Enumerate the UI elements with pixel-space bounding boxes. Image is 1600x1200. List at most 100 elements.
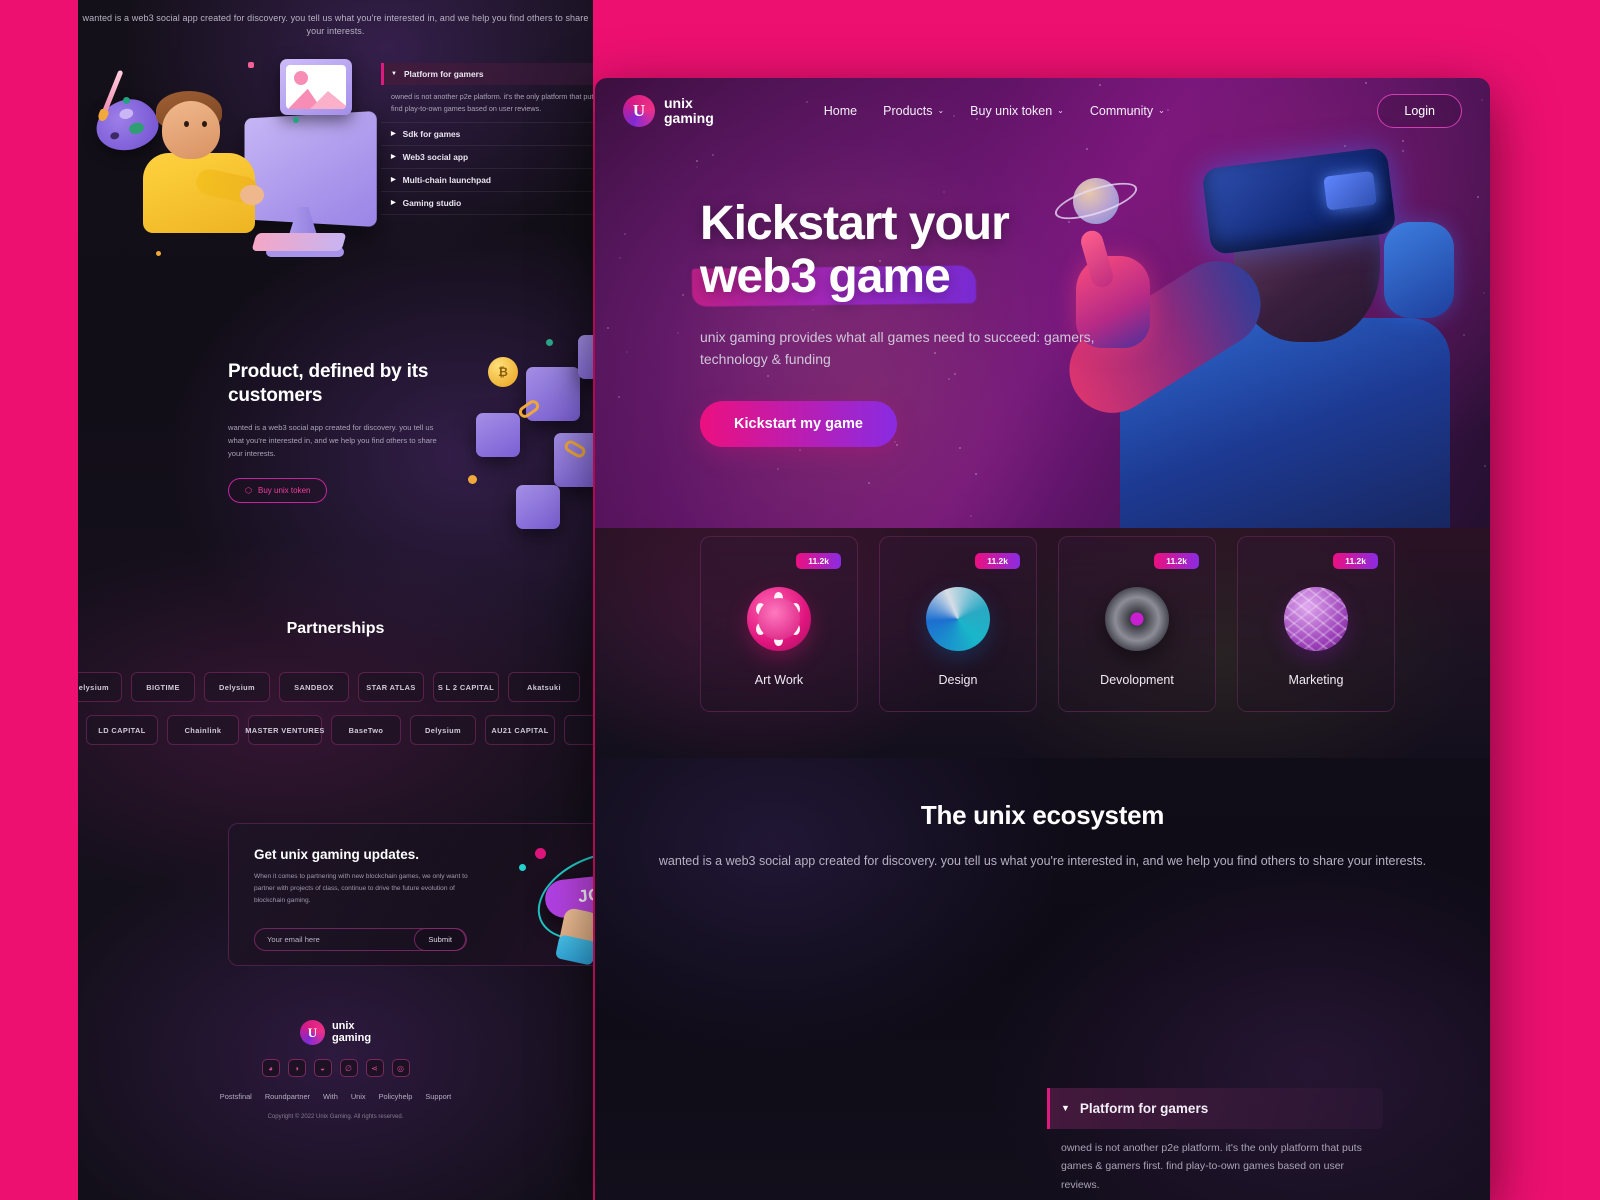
kickstart-my-game-button[interactable]: Kickstart my game	[700, 401, 897, 447]
nav-item-buy-unix-token[interactable]: Buy unix token ⌄	[970, 104, 1064, 118]
partner-logo[interactable]: STAR ATLAS	[358, 672, 424, 702]
ecosystem-section: The unix ecosystem wanted is a web3 soci…	[595, 758, 1490, 1200]
partner-logo[interactable]: Delysium	[410, 715, 476, 745]
bg-accordion-item-3[interactable]: ▶ Multi-chain launchpad	[381, 169, 593, 192]
nav-label: Buy unix token	[970, 104, 1052, 118]
dot-decoration	[535, 848, 546, 859]
star-decoration	[619, 257, 621, 259]
star-decoration	[975, 473, 977, 475]
star-decoration	[868, 482, 870, 484]
footer-link[interactable]: Support	[425, 1092, 451, 1101]
partner-logo[interactable]: S L 2 CAPITAL	[433, 672, 499, 702]
gear-orb-icon	[1105, 587, 1169, 651]
login-button[interactable]: Login	[1377, 94, 1462, 128]
hero-title: Kickstart your web3 game	[700, 198, 1130, 304]
navbar: U unix gaming Home Products ⌄ Buy unix t…	[595, 78, 1490, 143]
footer-socials: ◕ ◑ ◒ ∅ ⋖ ◎	[78, 1059, 593, 1077]
social-icon-1[interactable]: ◕	[262, 1059, 280, 1077]
footer-logo[interactable]: U unix gaming	[300, 1020, 371, 1045]
token-icon: ⬡	[245, 486, 252, 495]
service-card-design[interactable]: 11.2k Design	[879, 536, 1037, 712]
bg-accordion-item-0[interactable]: ▼ Platform for gamers	[381, 63, 593, 85]
footer-link[interactable]: Roundpartner	[265, 1092, 310, 1101]
footer-brand-line1: unix	[332, 1021, 371, 1032]
partner-logo[interactable]: Delysium	[204, 672, 270, 702]
footer-link[interactable]: Postsfinal	[220, 1092, 252, 1101]
bg-product-body: wanted is a web3 social app created for …	[228, 421, 446, 460]
target-icon[interactable]: ◎	[392, 1059, 410, 1077]
monitor-icon	[245, 111, 377, 227]
brand-logo[interactable]: U unix gaming	[623, 95, 714, 127]
nav-item-products[interactable]: Products ⌄	[883, 104, 944, 118]
bg-accordion-title: Multi-chain launchpad	[403, 175, 491, 185]
newsletter-heading: Get unix gaming updates.	[254, 847, 419, 862]
star-decoration	[943, 191, 945, 193]
accordion-item-platform-for-gamers[interactable]: ▼ Platform for gamers	[1047, 1088, 1383, 1129]
triangle-down-icon: ▼	[1061, 1104, 1070, 1113]
submit-button[interactable]: Submit	[414, 928, 466, 951]
buy-unix-token-button[interactable]: ⬡ Buy unix token	[228, 478, 327, 503]
star-decoration	[607, 327, 609, 329]
footer-link[interactable]: Policyhelp	[379, 1092, 413, 1101]
dot-decoration	[123, 97, 130, 104]
join-label: JOIN	[577, 883, 593, 907]
partner-logo[interactable]: BIGTIME	[131, 672, 195, 702]
hero-copy: Kickstart your web3 game unix gaming pro…	[700, 198, 1130, 447]
star-decoration	[777, 468, 779, 470]
partner-logo[interactable]: BaseTwo	[331, 715, 401, 745]
footer-brand-line2: gaming	[332, 1033, 371, 1044]
star-decoration	[959, 447, 961, 449]
service-card-label: Marketing	[1289, 673, 1344, 687]
wireframe-globe-icon	[1284, 587, 1348, 651]
share-icon[interactable]: ⋖	[366, 1059, 384, 1077]
star-decoration	[624, 233, 626, 235]
social-icon-2[interactable]: ◑	[288, 1059, 306, 1077]
nav-menu: Home Products ⌄ Buy unix token ⌄ Communi…	[824, 104, 1165, 118]
keyboard-icon	[251, 233, 346, 251]
partnerships-title: Partnerships	[78, 620, 593, 638]
bg-accordion-item-1[interactable]: ▶ Sdk for games	[381, 123, 593, 146]
nav-item-home[interactable]: Home	[824, 104, 857, 118]
brand-line1: unix	[664, 96, 714, 111]
bg-accordion-item-4[interactable]: ▶ Gaming studio	[381, 192, 593, 215]
footer: U unix gaming ◕ ◑ ◒ ∅ ⋖ ◎ Postsfinal Roundpart…	[78, 1020, 593, 1120]
bg-cubes-illustration: ₿ Ξ	[468, 325, 593, 540]
bg-accordion[interactable]: ▼ Platform for gamers owned is not anoth…	[381, 63, 593, 215]
bg-accordion-body-0: owned is not another p2e platform. it's …	[381, 85, 593, 123]
newsletter-form[interactable]: Submit	[254, 928, 467, 951]
service-cards-section: 11.2k Art Work 11.2k Design 11.2k Devolo…	[595, 528, 1490, 758]
dot-decoration	[519, 864, 526, 871]
hero-title-line1: Kickstart your	[700, 197, 1009, 250]
ecosystem-accordion[interactable]: ▼ Platform for gamers owned is not anoth…	[1047, 1088, 1383, 1200]
partner-logo[interactable]: Delysium	[78, 672, 122, 702]
star-decoration	[618, 396, 620, 398]
service-card-art-work[interactable]: 11.2k Art Work	[700, 536, 858, 712]
partner-logo-row-2: LD CAPITAL Chainlink MASTER VENTURES BaseTw…	[86, 715, 593, 745]
partner-logo[interactable]: SANDBOX	[279, 672, 349, 702]
image-frame-icon	[280, 59, 352, 115]
bg-accordion-item-2[interactable]: ▶ Web3 social app	[381, 146, 593, 169]
partner-logo[interactable]: LD CAPITAL	[86, 715, 158, 745]
partner-logo[interactable]: MASTER VENTURES	[248, 715, 322, 745]
triangle-right-icon: ▶	[391, 131, 396, 137]
service-card-devolopment[interactable]: 11.2k Devolopment	[1058, 536, 1216, 712]
bg-accordion-title: Gaming studio	[403, 198, 462, 208]
social-icon-4[interactable]: ∅	[340, 1059, 358, 1077]
footer-link[interactable]: Unix	[351, 1092, 366, 1101]
partner-logo[interactable]: Akatsuki	[508, 672, 580, 702]
chevron-down-icon: ⌄	[1057, 106, 1064, 115]
buy-unix-token-label: Buy unix token	[258, 486, 310, 495]
newsletter-card: Get unix gaming updates. When it comes t…	[228, 823, 593, 966]
service-card-marketing[interactable]: 11.2k Marketing	[1237, 536, 1395, 712]
email-field[interactable]	[255, 935, 414, 944]
nav-item-community[interactable]: Community ⌄	[1090, 104, 1165, 118]
partner-logo[interactable]	[564, 715, 593, 745]
unix-logo-mark: U	[300, 1020, 325, 1045]
social-icon-3[interactable]: ◒	[314, 1059, 332, 1077]
chevron-down-icon: ⌄	[937, 106, 944, 115]
partner-logo[interactable]: AU21 CAPITAL	[485, 715, 555, 745]
partner-logo[interactable]: Chainlink	[167, 715, 239, 745]
footer-link[interactable]: With	[323, 1092, 338, 1101]
star-decoration	[682, 294, 684, 296]
gamer-eye	[184, 121, 189, 127]
